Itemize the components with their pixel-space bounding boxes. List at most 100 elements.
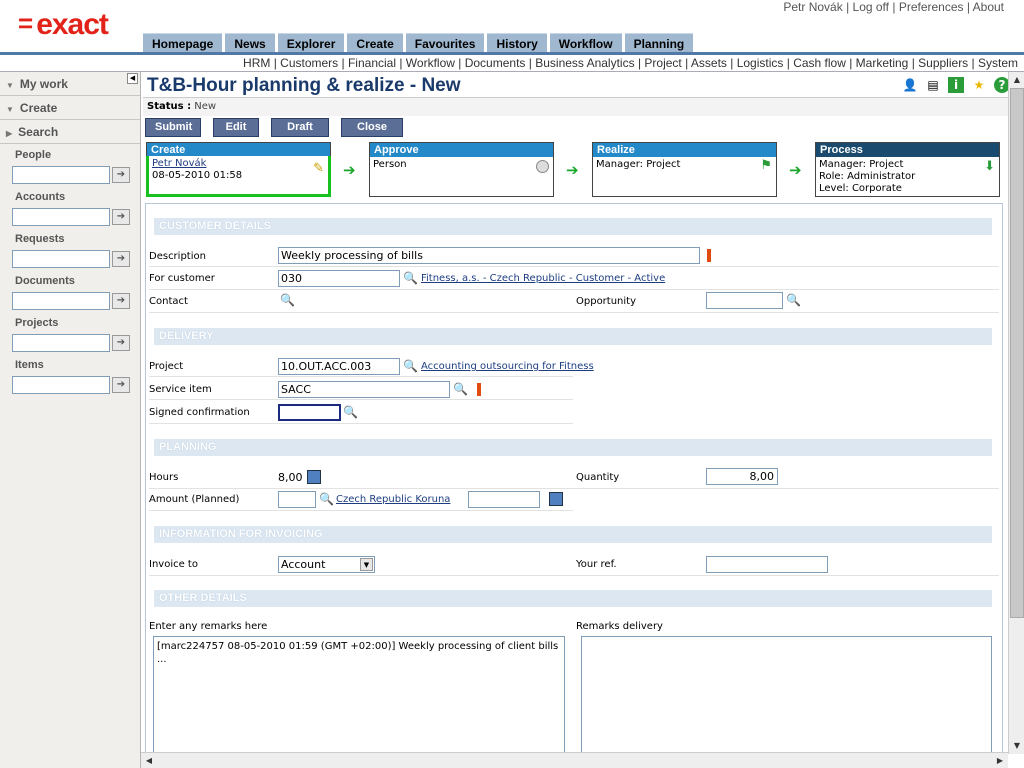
row-divider	[149, 376, 573, 377]
logoff-link[interactable]: Log off	[853, 0, 889, 14]
search-requests-input[interactable]	[12, 250, 110, 268]
sidebar-create[interactable]: ▼ Create	[0, 96, 140, 120]
customer-search-icon[interactable]: 🔍	[403, 271, 418, 286]
search-items-go-button[interactable]: ➔	[112, 377, 130, 393]
your-ref-input[interactable]	[706, 556, 828, 573]
sublink-cash-flow[interactable]: Cash flow	[793, 56, 846, 70]
workflow-process-body: Manager: Project Role: Administrator Lev…	[816, 157, 999, 197]
entry-form: CUSTOMER DETAILS Description Weekly proc…	[145, 203, 1003, 756]
sublink-suppliers[interactable]: Suppliers	[918, 56, 968, 70]
print-icon[interactable]: ▤	[925, 77, 941, 93]
project-link[interactable]: Accounting outsourcing for Fitness	[421, 360, 594, 374]
amount-input[interactable]	[278, 491, 316, 508]
workflow-create-person[interactable]: Petr Novák	[152, 158, 325, 170]
quantity-input[interactable]: 8,00	[706, 468, 778, 485]
workflow-approve-title: Approve	[370, 143, 553, 157]
tab-homepage[interactable]: Homepage	[143, 33, 223, 52]
search-people-go-button[interactable]: ➔	[112, 167, 130, 183]
exact-logo[interactable]: = exact	[18, 8, 109, 41]
search-people-input[interactable]	[12, 166, 110, 184]
search-documents-go-button[interactable]: ➔	[112, 293, 130, 309]
opportunity-input[interactable]	[706, 292, 783, 309]
search-requests-go-button[interactable]: ➔	[112, 251, 130, 267]
tab-history[interactable]: History	[487, 33, 547, 52]
sidebar-search[interactable]: ▶ Search	[0, 120, 140, 144]
edit-button[interactable]: Edit	[213, 118, 259, 137]
search-items-input[interactable]	[12, 376, 110, 394]
amount-calendar-icon[interactable]	[549, 492, 563, 506]
hours-calendar-icon[interactable]	[307, 470, 321, 484]
info-icon[interactable]: i	[948, 77, 964, 93]
search-accounts-go-button[interactable]: ➔	[112, 209, 130, 225]
expand-down-icon: ▼	[6, 105, 14, 114]
scroll-up-icon[interactable]: ▲	[1010, 73, 1024, 87]
workflow-process-level: Level: Corporate	[819, 183, 902, 194]
sublink-system[interactable]: System	[978, 56, 1018, 70]
description-input[interactable]: Weekly processing of bills	[278, 247, 700, 264]
opportunity-label: Opportunity	[576, 296, 637, 307]
sublink-hrm[interactable]: HRM	[243, 56, 270, 70]
scroll-down-icon[interactable]: ▼	[1010, 739, 1024, 753]
workflow-create-step: Create Petr Novák 08-05-2010 01:58 ✎	[146, 142, 331, 197]
amount-secondary-input[interactable]	[468, 491, 540, 508]
tab-create[interactable]: Create	[347, 33, 403, 52]
search-accounts-input[interactable]	[12, 208, 110, 226]
sub-navigation: HRM | Customers | Financial | Workflow |…	[0, 55, 1024, 72]
signed-confirmation-input[interactable]	[278, 404, 341, 421]
service-item-input[interactable]: SACC	[278, 381, 450, 398]
search-items-label: Items	[15, 359, 44, 371]
tab-workflow[interactable]: Workflow	[549, 33, 622, 52]
scroll-left-icon[interactable]: ◀	[142, 754, 156, 768]
sidebar-my-work[interactable]: ▼ My work	[0, 72, 140, 96]
user-name-link[interactable]: Petr Novák	[783, 0, 842, 14]
action-buttons: Submit Edit Draft Close	[145, 118, 403, 137]
horizontal-scrollbar[interactable]: ◀ ▶	[141, 752, 1008, 768]
currency-link[interactable]: Czech Republic Koruna	[336, 493, 450, 507]
scroll-thumb[interactable]	[1010, 88, 1024, 618]
sublink-workflow[interactable]: Workflow	[406, 56, 455, 70]
draft-button[interactable]: Draft	[271, 118, 329, 137]
row-divider	[149, 312, 999, 313]
about-link[interactable]: About	[973, 0, 1004, 14]
opportunity-search-icon[interactable]: 🔍	[786, 293, 801, 308]
sublink-business-analytics[interactable]: Business Analytics	[535, 56, 634, 70]
collapse-sidebar-button[interactable]: ◀	[127, 73, 138, 84]
search-projects-go-button[interactable]: ➔	[112, 335, 130, 351]
tab-favourites[interactable]: Favourites	[405, 33, 485, 52]
tab-planning[interactable]: Planning	[624, 33, 694, 52]
currency-search-icon[interactable]: 🔍	[319, 492, 334, 507]
preferences-link[interactable]: Preferences	[899, 0, 964, 14]
sublink-marketing[interactable]: Marketing	[856, 56, 909, 70]
sublink-documents[interactable]: Documents	[465, 56, 526, 70]
service-item-search-icon[interactable]: 🔍	[453, 382, 468, 397]
signed-confirmation-search-icon[interactable]: 🔍	[343, 405, 358, 420]
sublink-logistics[interactable]: Logistics	[737, 56, 784, 70]
search-projects-input[interactable]	[12, 334, 110, 352]
row-divider	[149, 399, 573, 400]
workflow-realize-title: Realize	[593, 143, 776, 157]
tab-news[interactable]: News	[225, 33, 275, 52]
tab-explorer[interactable]: Explorer	[277, 33, 345, 52]
close-button[interactable]: Close	[341, 118, 403, 137]
remarks-textarea[interactable]: [marc224757 08-05-2010 01:59 (GMT +02:00…	[153, 636, 565, 756]
sublink-customers[interactable]: Customers	[280, 56, 338, 70]
chevron-down-icon[interactable]: ▼	[360, 558, 373, 571]
section-other-details: OTHER DETAILS	[154, 590, 992, 607]
sublink-financial[interactable]: Financial	[348, 56, 396, 70]
favourite-star-icon[interactable]: ★	[971, 77, 987, 93]
sublink-project[interactable]: Project	[644, 56, 681, 70]
contact-search-icon[interactable]: 🔍	[280, 293, 295, 308]
submit-button[interactable]: Submit	[145, 118, 201, 137]
sublink-assets[interactable]: Assets	[691, 56, 727, 70]
project-input[interactable]: 10.OUT.ACC.003	[278, 358, 400, 375]
vertical-scrollbar[interactable]: ▲ ▼	[1008, 72, 1024, 754]
project-search-icon[interactable]: 🔍	[403, 359, 418, 374]
search-documents-input[interactable]	[12, 292, 110, 310]
logo-text: exact	[36, 8, 109, 41]
remarks-delivery-textarea[interactable]	[581, 636, 992, 756]
scroll-right-icon[interactable]: ▶	[993, 754, 1007, 768]
person-icon[interactable]: 👤	[902, 77, 918, 93]
invoice-to-select[interactable]: Account ▼	[278, 556, 375, 573]
customer-input[interactable]: 030	[278, 270, 400, 287]
customer-link[interactable]: Fitness, a.s. - Czech Republic - Custome…	[421, 272, 665, 286]
